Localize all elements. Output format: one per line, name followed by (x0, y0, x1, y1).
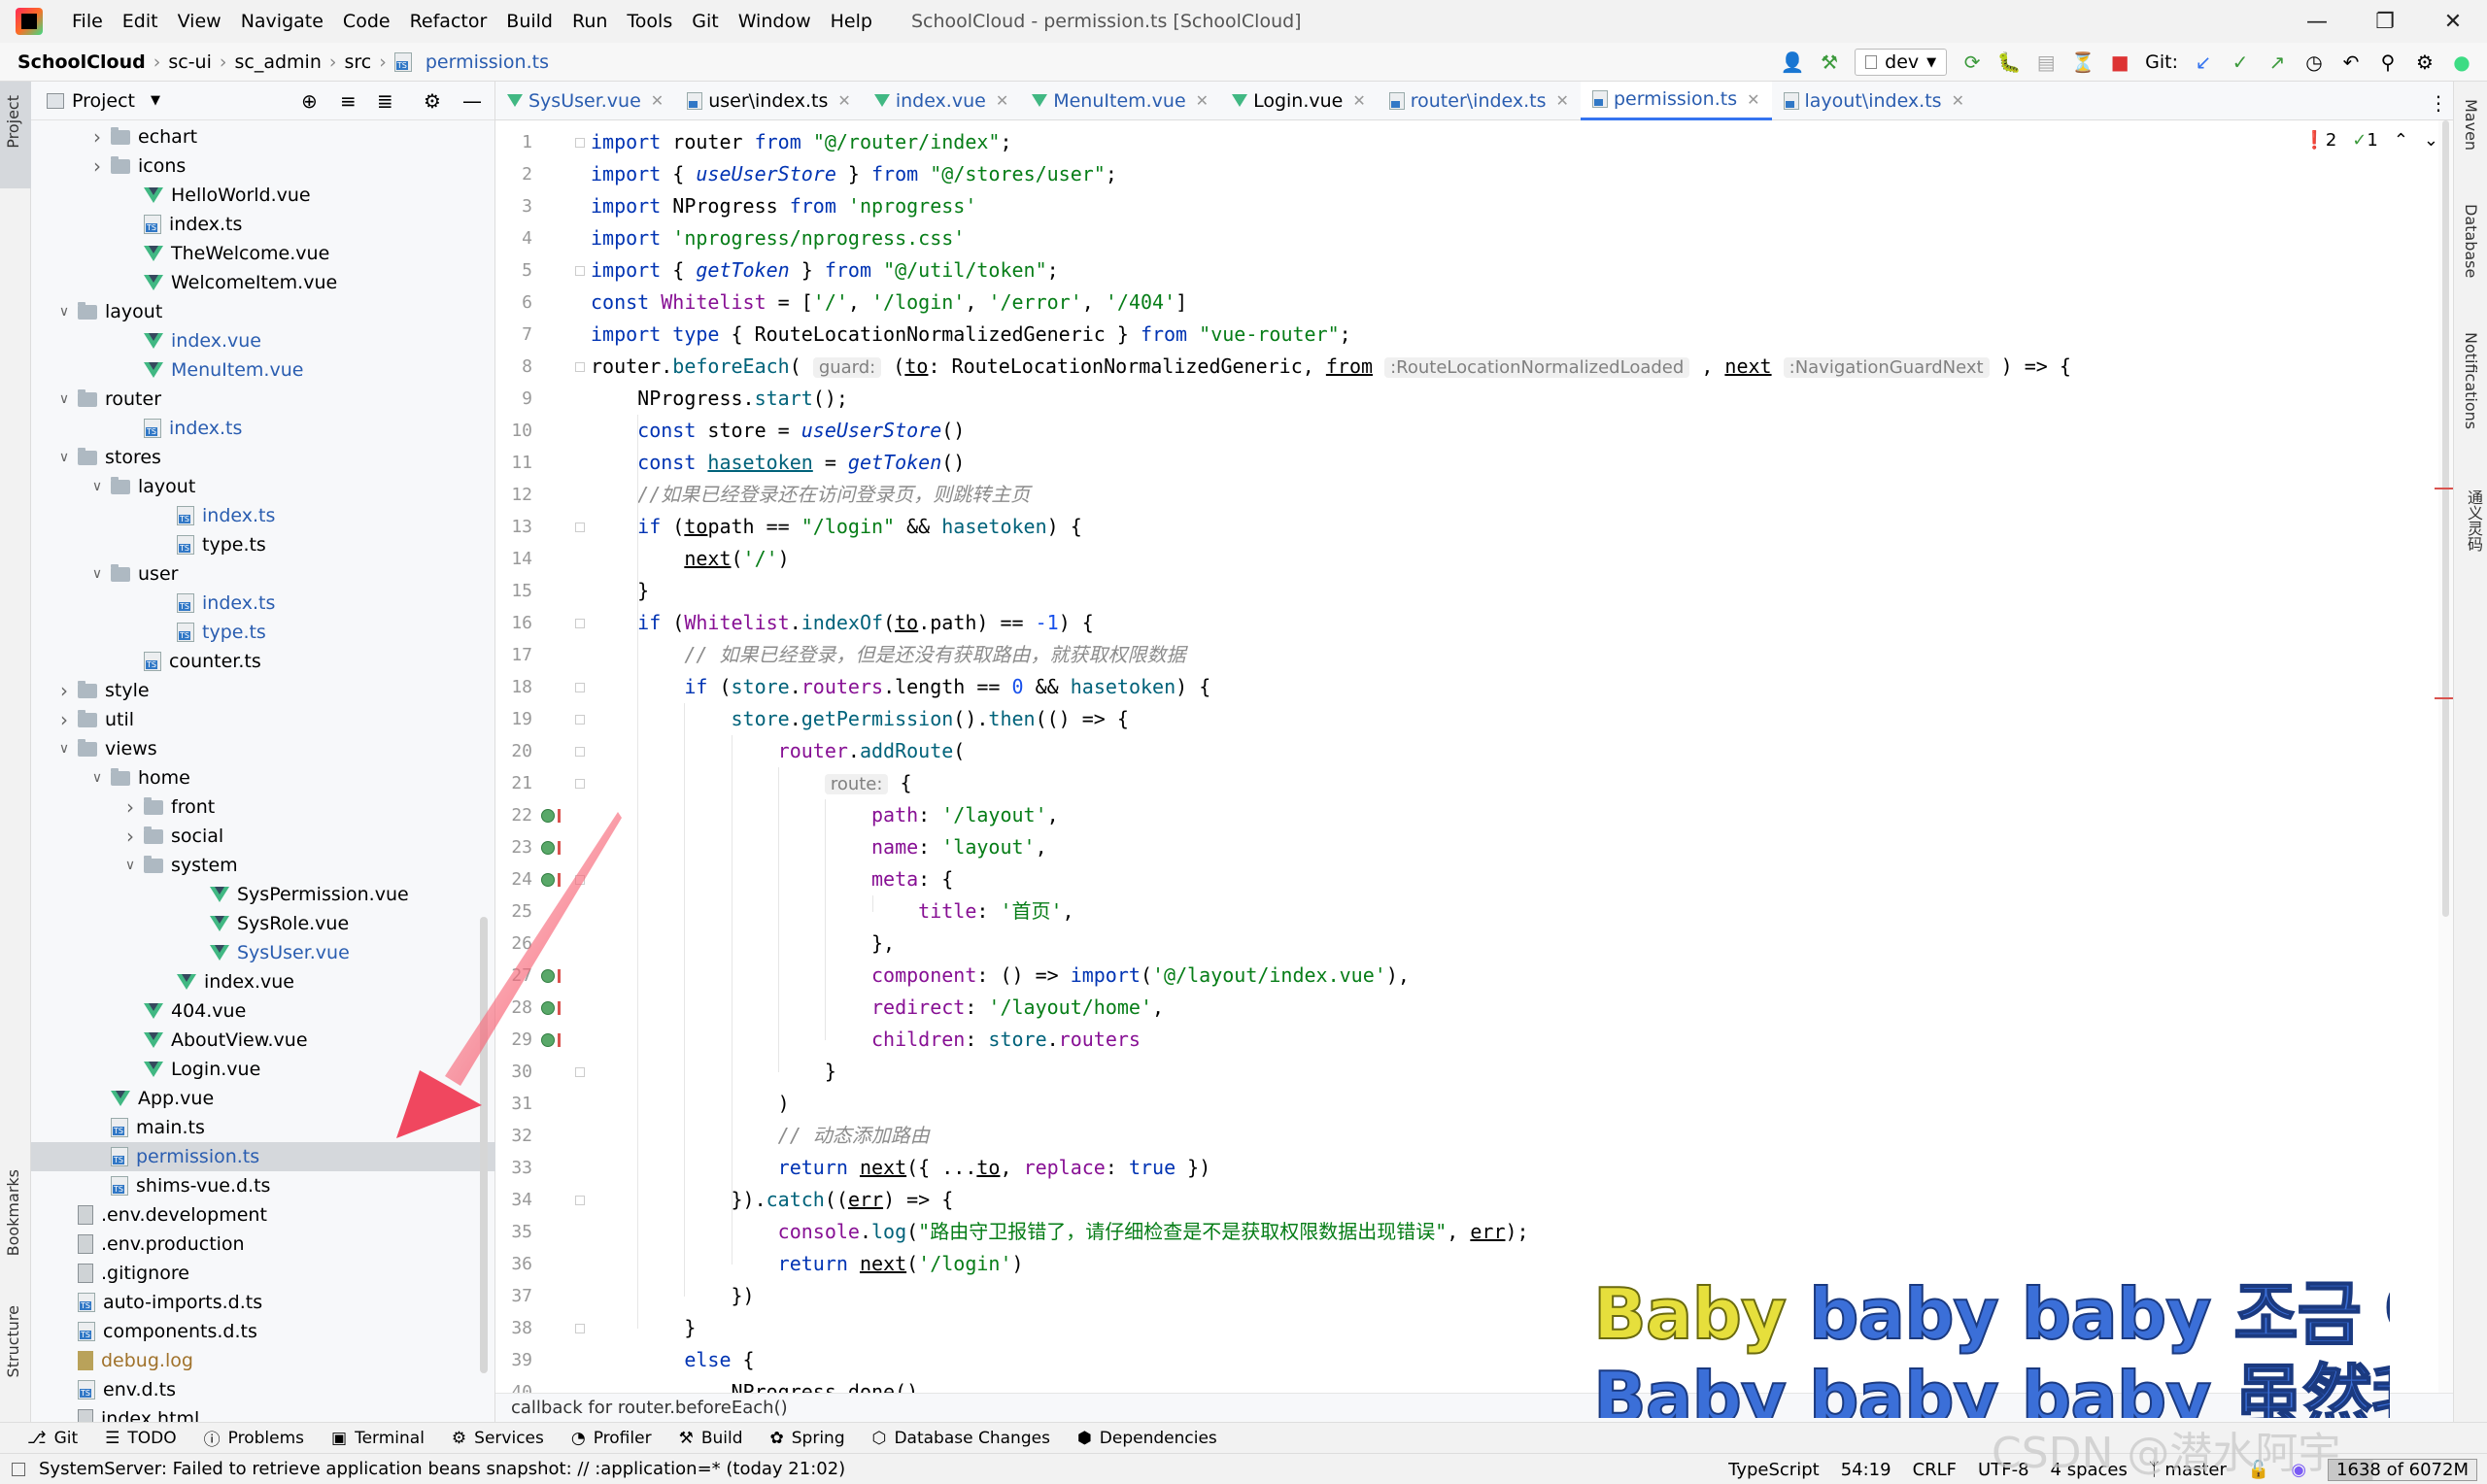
arrow-shaft (445, 812, 622, 1086)
ide-window: File Edit View Navigate Code Refactor Build Run… (0, 0, 2487, 1484)
lyric-line-1: Baby baby baby 조금 어색 (1593, 1272, 2390, 1356)
arrow-head (396, 1070, 482, 1138)
lyrics-overlay: Baby baby baby 조금 어색 Baby baby baby 虽然我们… (1593, 1272, 2390, 1418)
annotation-arrow (396, 812, 622, 1138)
csdn-watermark: CSDN @潜水阿宇 (1992, 1429, 2341, 1478)
lyric-line-2: Baby baby baby 虽然我们在 (1593, 1356, 2390, 1418)
